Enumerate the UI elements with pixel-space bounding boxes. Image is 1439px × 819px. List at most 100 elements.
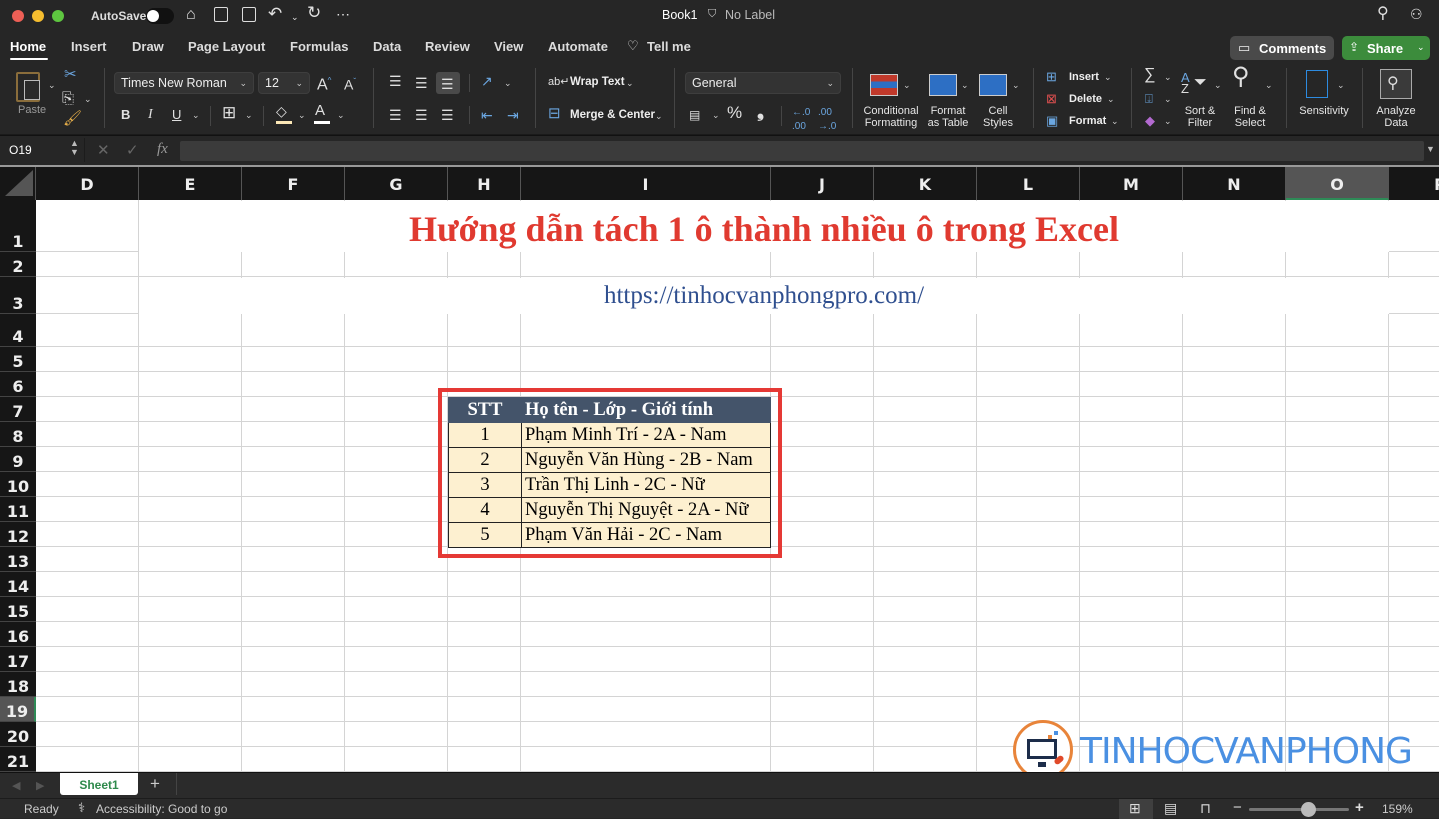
fill-color-icon[interactable]: ◇ xyxy=(276,104,287,118)
column-header-g[interactable]: G xyxy=(345,167,448,200)
sensitivity-button[interactable]: Sensitivity xyxy=(1294,105,1354,117)
cut-icon[interactable]: ✂ xyxy=(64,67,77,82)
column-header-l[interactable]: L xyxy=(977,167,1080,200)
column-header-h[interactable]: H xyxy=(448,167,521,200)
accounting-dropdown-icon[interactable]: ⌄ xyxy=(712,110,720,121)
format-cells-icon[interactable]: ▣ xyxy=(1046,114,1058,128)
accessibility-status[interactable]: Accessibility: Good to go xyxy=(96,802,227,816)
tab-home[interactable]: Home xyxy=(10,39,46,54)
row-header-3[interactable]: 3 xyxy=(0,277,36,314)
font-color-dropdown-icon[interactable]: ⌄ xyxy=(337,110,345,121)
cell-styles-icon[interactable] xyxy=(979,74,1007,96)
row-header-17[interactable]: 17 xyxy=(0,647,36,672)
tab-data[interactable]: Data xyxy=(373,39,401,54)
number-format-dropdown[interactable]: General ⌄ xyxy=(685,72,841,94)
format-as-table-icon[interactable] xyxy=(929,74,957,96)
row-header-7[interactable]: 7 xyxy=(0,397,36,422)
conditional-formatting-dropdown-icon[interactable]: ⌄ xyxy=(903,80,911,91)
zoom-in-button[interactable]: + xyxy=(1355,799,1364,816)
find-select-button[interactable]: Find & Select xyxy=(1230,105,1270,129)
home-icon[interactable]: ⌂ xyxy=(186,7,196,23)
copy-icon[interactable]: ⎘ xyxy=(62,91,74,106)
cell-url[interactable]: https://tinhocvanphongpro.com/ xyxy=(139,278,1389,314)
previous-sheet-icon[interactable]: ◀ xyxy=(12,779,20,792)
cell-styles-dropdown-icon[interactable]: ⌄ xyxy=(1012,80,1020,91)
zoom-out-button[interactable]: − xyxy=(1233,799,1242,816)
underline-dropdown-icon[interactable]: ⌄ xyxy=(192,110,200,121)
save-icon[interactable] xyxy=(214,7,228,22)
row-header-12[interactable]: 12 xyxy=(0,522,36,547)
row-header-1[interactable]: 1 xyxy=(0,200,36,252)
delete-cells-button[interactable]: Delete xyxy=(1069,93,1102,105)
wrap-text-button[interactable]: Wrap Text xyxy=(570,76,625,88)
sort-filter-dropdown-icon[interactable]: ⌄ xyxy=(1214,80,1222,91)
format-dropdown-icon[interactable]: ⌄ xyxy=(1111,116,1119,127)
comments-button[interactable]: ▭ Comments xyxy=(1230,36,1334,60)
cancel-icon[interactable]: ✕ xyxy=(97,141,110,159)
normal-view-button[interactable]: ⊞ xyxy=(1119,799,1153,819)
name-box[interactable]: O19 xyxy=(9,143,32,157)
wrap-text-dropdown-icon[interactable]: ⌄ xyxy=(626,78,634,89)
analyze-data-icon[interactable]: ⚲ xyxy=(1380,69,1412,99)
increase-indent-icon[interactable]: ⇥ xyxy=(507,108,519,122)
collaborate-icon[interactable]: ⚇ xyxy=(1410,7,1423,21)
undo-icon[interactable]: ↶ xyxy=(268,5,282,22)
align-middle-icon[interactable]: ☰ xyxy=(415,76,428,90)
clear-icon[interactable]: ◆ xyxy=(1145,114,1155,128)
clear-dropdown-icon[interactable]: ⌄ xyxy=(1164,116,1172,127)
font-name-dropdown[interactable]: Times New Roman ⌄ xyxy=(114,72,254,94)
merge-center-button[interactable]: Merge & Center xyxy=(570,109,655,121)
maximize-window-button[interactable] xyxy=(52,10,64,22)
orientation-icon[interactable]: ↗ xyxy=(481,74,493,88)
delete-cells-icon[interactable]: ⊠ xyxy=(1046,92,1057,106)
merge-center-dropdown-icon[interactable]: ⌄ xyxy=(655,111,663,122)
sort-filter-button[interactable]: Sort & Filter xyxy=(1180,105,1220,129)
align-bottom-button[interactable]: ☰ xyxy=(436,72,460,94)
borders-dropdown-icon[interactable]: ⌄ xyxy=(245,110,253,121)
column-header-n[interactable]: N xyxy=(1183,167,1286,200)
column-header-f[interactable]: F xyxy=(242,167,345,200)
column-header-m[interactable]: M xyxy=(1080,167,1183,200)
underline-button[interactable]: U xyxy=(172,108,181,122)
insert-cells-icon[interactable]: ⊞ xyxy=(1046,70,1057,84)
row-header-4[interactable]: 4 xyxy=(0,314,36,347)
insert-dropdown-icon[interactable]: ⌄ xyxy=(1104,72,1112,83)
row-header-18[interactable]: 18 xyxy=(0,672,36,697)
redo-icon[interactable]: ↻ xyxy=(307,4,321,21)
save-as-icon[interactable] xyxy=(242,7,256,22)
select-all-button[interactable] xyxy=(0,167,36,200)
column-header-o[interactable]: O xyxy=(1286,167,1389,200)
column-header-j[interactable]: J xyxy=(771,167,874,200)
autosave-toggle[interactable] xyxy=(146,8,174,24)
column-header-d[interactable]: D xyxy=(36,167,139,200)
autosum-icon[interactable]: ∑ xyxy=(1144,67,1155,83)
decrease-decimal-icon[interactable]: .00 →.0 xyxy=(818,106,836,134)
row-header-10[interactable]: 10 xyxy=(0,472,36,497)
sensitivity-icon[interactable] xyxy=(1306,70,1328,98)
close-window-button[interactable] xyxy=(12,10,24,22)
cell-title[interactable]: Hướng dẫn tách 1 ô thành nhiều ô trong E… xyxy=(139,201,1389,252)
tab-formulas[interactable]: Formulas xyxy=(290,39,349,54)
analyze-data-button[interactable]: Analyze Data xyxy=(1372,105,1420,129)
zoom-level[interactable]: 159% xyxy=(1382,802,1413,816)
column-header-p[interactable]: P xyxy=(1389,167,1439,200)
page-break-view-icon[interactable]: ⊓ xyxy=(1200,800,1211,817)
orientation-dropdown-icon[interactable]: ⌄ xyxy=(504,78,512,89)
italic-button[interactable]: I xyxy=(148,108,153,122)
format-cells-button[interactable]: Format xyxy=(1069,115,1106,127)
tell-me-search[interactable]: Tell me xyxy=(647,39,691,54)
row-header-6[interactable]: 6 xyxy=(0,372,36,397)
row-header-14[interactable]: 14 xyxy=(0,572,36,597)
decrease-font-size-icon[interactable]: Aˇ xyxy=(344,75,356,92)
more-icon[interactable]: ⋯ xyxy=(336,7,350,21)
sort-filter-icon[interactable]: AZ xyxy=(1181,71,1190,95)
comma-style-button[interactable]: ❟ xyxy=(757,102,764,120)
align-right-icon[interactable]: ☰ xyxy=(441,108,454,122)
column-header-k[interactable]: K xyxy=(874,167,977,200)
share-button[interactable]: ⇪ Share ⌄ xyxy=(1342,36,1430,60)
merge-center-icon[interactable]: ⊟ xyxy=(548,106,561,121)
row-header-19[interactable]: 19 xyxy=(0,697,36,722)
row-header-5[interactable]: 5 xyxy=(0,347,36,372)
bold-button[interactable]: B xyxy=(121,108,130,122)
accessibility-icon[interactable]: ⚕ xyxy=(78,800,85,816)
